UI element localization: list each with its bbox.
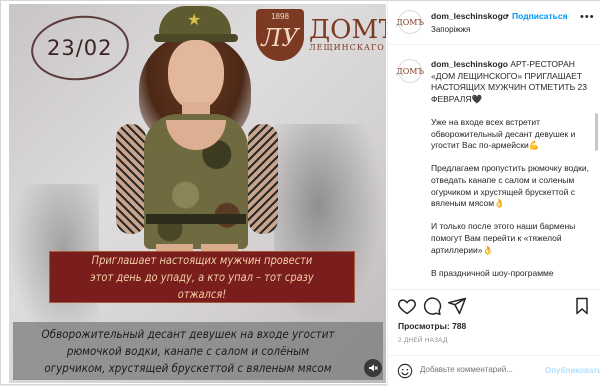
username-link[interactable]: dom_leschinskogo xyxy=(431,11,508,21)
post-image[interactable]: 23/02 1898 ЛУ ДОМЪ ЛЕЩИНСКАГО ★ Приглаша… xyxy=(9,4,386,383)
arm xyxy=(248,124,278,234)
offer-banner-text: Обворожительный десант девушек на входе … xyxy=(41,326,335,375)
more-options-icon[interactable]: ••• xyxy=(580,11,595,23)
publish-button[interactable]: Опубликовать xyxy=(545,366,600,375)
instagram-post-window: 23/02 1898 ЛУ ДОМЪ ЛЕЩИНСКАГО ★ Приглаша… xyxy=(0,0,600,386)
woman-in-camouflage-photo: ★ xyxy=(104,4,294,264)
views-count[interactable]: Просмотры: 788 xyxy=(398,321,466,331)
share-icon[interactable] xyxy=(447,296,467,316)
invite-banner: Приглашает настоящих мужчин провести это… xyxy=(49,251,355,303)
location-link[interactable]: Запоріжжя xyxy=(431,25,470,34)
scrollbar-thumb[interactable] xyxy=(595,113,598,151)
caption-paragraph: И только после этого наши бармены помогу… xyxy=(431,221,576,255)
follow-button[interactable]: Подписаться xyxy=(512,11,568,21)
star-icon: ★ xyxy=(187,12,202,29)
heart-icon[interactable] xyxy=(397,296,417,316)
caption-text: dom_leschinskogo АРТ-РЕСТОРАН «ДОМ ЛЕЩИН… xyxy=(431,59,591,285)
avatar[interactable]: ДОМЪ xyxy=(396,10,424,34)
mute-icon[interactable] xyxy=(364,359,382,377)
belt xyxy=(146,214,246,224)
offer-banner: Обворожительный десант девушек на входе … xyxy=(13,322,383,380)
comment-form: Опубликовать xyxy=(388,355,600,386)
arm xyxy=(116,124,146,234)
logo-subname: ЛЕЩИНСКАГО xyxy=(309,43,385,52)
bookmark-icon[interactable] xyxy=(572,296,592,316)
emoji-icon[interactable] xyxy=(397,363,413,379)
caption-paragraph: Предлагаем пропустить рюмочку водки, отв… xyxy=(431,163,589,209)
post-details-panel: ДОМЪ dom_leschinskogo • Подписаться Запо… xyxy=(387,1,600,386)
caption-paragraph: dom_leschinskogo АРТ-РЕСТОРАН «ДОМ ЛЕЩИН… xyxy=(431,59,588,104)
caption: ДОМЪ dom_leschinskogo АРТ-РЕСТОРАН «ДОМ … xyxy=(388,53,600,285)
caption-paragraph: Уже на входе всех встретит обворожительн… xyxy=(431,116,576,151)
brand-wordmark: ДОМЪ ЛЕЩИНСКАГО xyxy=(309,16,386,52)
logo-name: ДОМЪ xyxy=(309,15,386,45)
face xyxy=(168,40,224,110)
date-text: 23/02 xyxy=(47,36,113,60)
action-bar xyxy=(388,289,600,321)
comment-icon[interactable] xyxy=(422,296,442,316)
avatar[interactable]: ДОМЪ xyxy=(396,59,424,83)
comment-input[interactable] xyxy=(420,365,540,374)
caption-paragraph: В праздничной шоу-программе xyxy=(431,267,554,278)
separator-dot: • xyxy=(506,10,509,20)
post-timestamp[interactable]: 2 ДНЕЙ НАЗАД xyxy=(398,337,448,344)
post-header: ДОМЪ dom_leschinskogo • Подписаться Запо… xyxy=(388,1,600,45)
caption-username[interactable]: dom_leschinskogo xyxy=(431,59,508,69)
invite-banner-text: Приглашает настоящих мужчин провести это… xyxy=(90,252,314,301)
